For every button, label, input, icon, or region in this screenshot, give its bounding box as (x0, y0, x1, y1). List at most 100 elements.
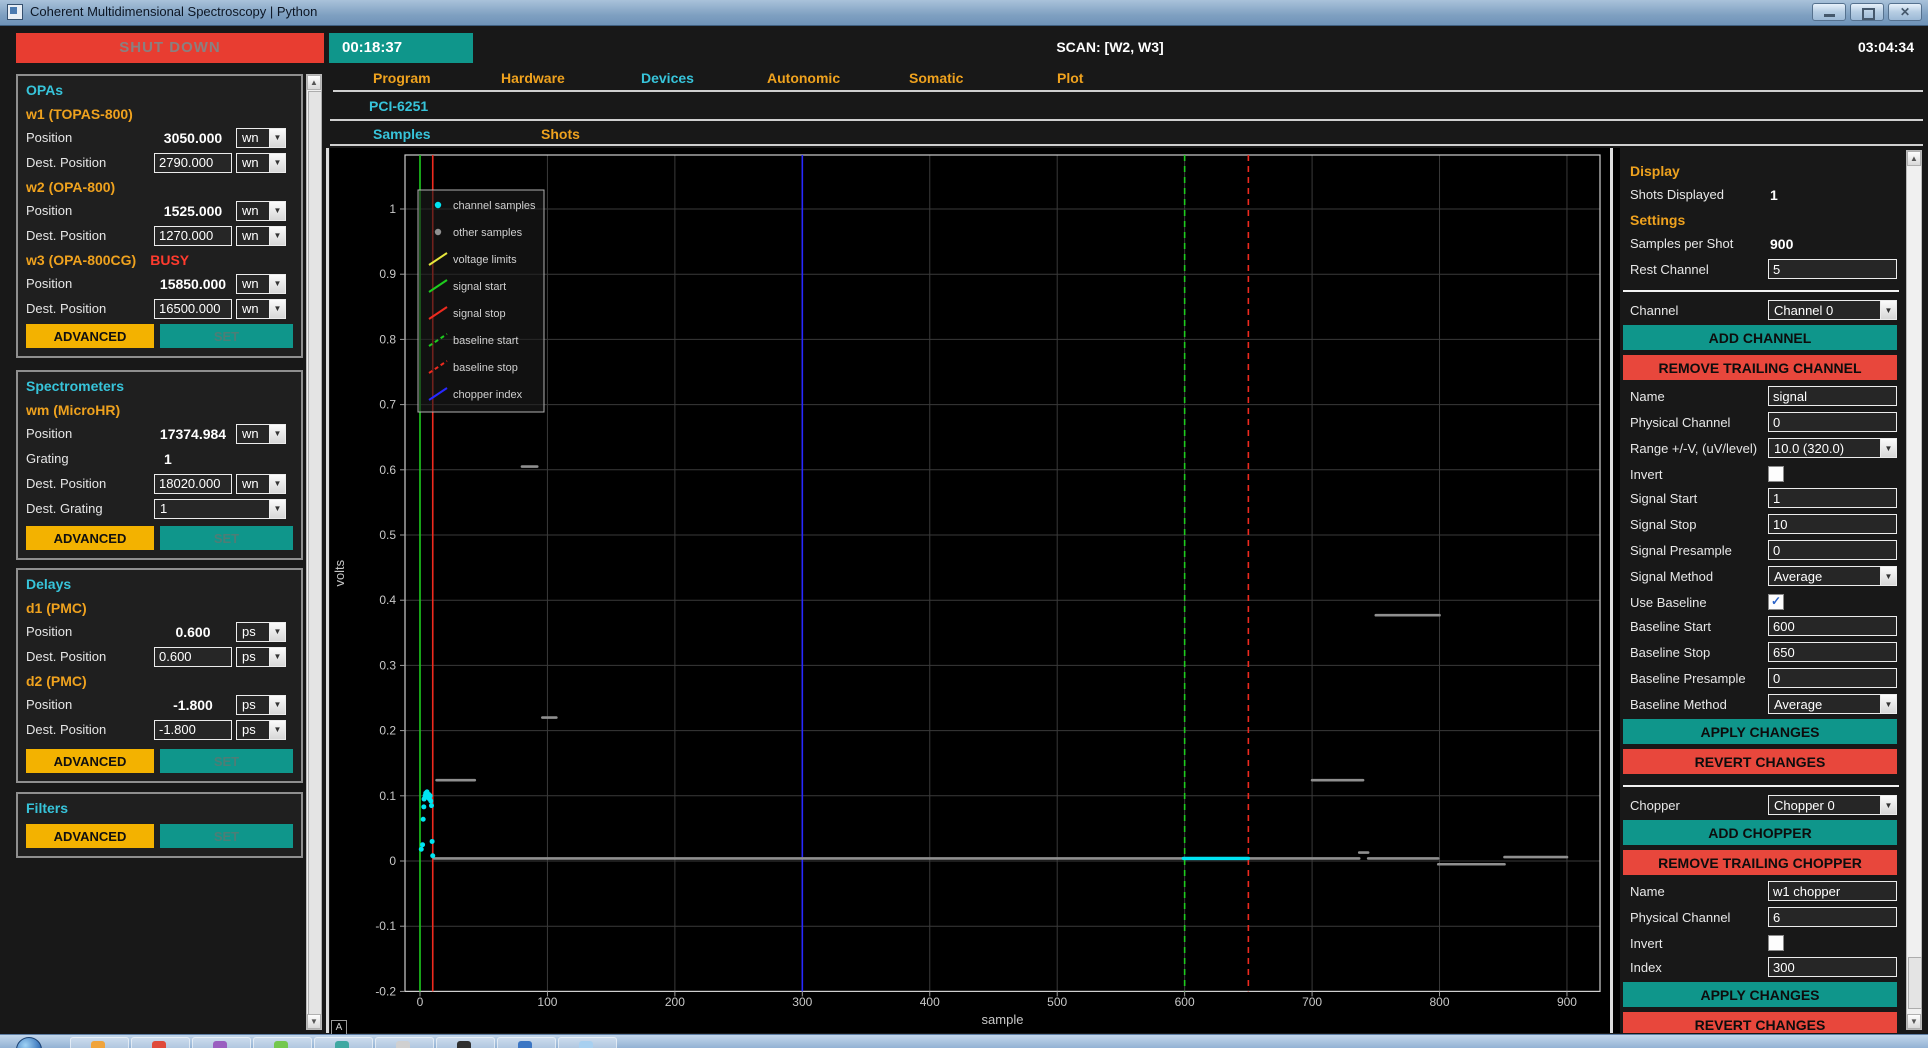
tab-devices[interactable]: Devices (641, 70, 694, 86)
set-button[interactable]: SET (160, 749, 293, 773)
right-scrollbar[interactable]: ▲ ▼ (1906, 150, 1922, 1030)
tab-hardware[interactable]: Hardware (501, 70, 565, 86)
group-title: Spectrometers (26, 378, 293, 398)
shutdown-button[interactable]: SHUT DOWN (16, 33, 324, 63)
revert-changes-row: REVERT CHANGES (1623, 1012, 1906, 1033)
advanced-button[interactable]: ADVANCED (26, 324, 154, 348)
field-label: Range +/-V, (uV/level) (1630, 441, 1757, 456)
rest-channel-input[interactable] (1768, 259, 1897, 279)
dest-grating-select[interactable]: 1▼ (154, 499, 286, 519)
remove-trailing-channel-button[interactable]: REMOVE TRAILING CHANNEL (1623, 355, 1897, 380)
field-label: Position (26, 130, 154, 145)
channel-samples-point (429, 803, 434, 808)
remove-trailing-chopper-button[interactable]: REMOVE TRAILING CHOPPER (1623, 850, 1897, 875)
revert-changes-button[interactable]: REVERT CHANGES (1623, 1012, 1897, 1033)
tab-somatic[interactable]: Somatic (909, 70, 963, 86)
tab-plot[interactable]: Plot (1057, 70, 1083, 86)
position-unit-select[interactable]: wn▼ (236, 128, 286, 148)
advanced-button[interactable]: ADVANCED (26, 749, 154, 773)
chopper-select[interactable]: Chopper 0▼ (1768, 795, 1897, 815)
dest-position-unit-select[interactable]: wn▼ (236, 299, 286, 319)
position-unit-select[interactable]: ps▼ (236, 695, 286, 715)
index-input[interactable] (1768, 957, 1897, 977)
name-input[interactable] (1768, 386, 1897, 406)
invert-checkbox[interactable] (1768, 466, 1784, 482)
dest-position-unit-select[interactable]: ps▼ (236, 720, 286, 740)
advanced-button[interactable]: ADVANCED (26, 824, 154, 848)
dest-position-input[interactable] (154, 153, 232, 173)
dest-position-input[interactable] (154, 720, 232, 740)
close-button[interactable]: ✕ (1888, 3, 1922, 21)
sub-tab-samples[interactable]: Samples (373, 126, 431, 142)
apply-changes-button[interactable]: APPLY CHANGES (1623, 719, 1897, 744)
advanced-button[interactable]: ADVANCED (26, 526, 154, 550)
signal-stop-input[interactable] (1768, 514, 1897, 534)
position-unit-select[interactable]: ps▼ (236, 622, 286, 642)
device-heading-w2-opa-800: w2 (OPA-800) (26, 175, 293, 198)
signal-method-select[interactable]: Average▼ (1768, 566, 1897, 586)
field-label: Signal Stop (1630, 517, 1697, 532)
dest-position-unit-select[interactable]: wn▼ (236, 226, 286, 246)
position-unit-select[interactable]: wn▼ (236, 424, 286, 444)
taskbar-app-icon[interactable] (558, 1037, 617, 1048)
dest-position-row: Dest. Positionwn▼ (26, 150, 293, 175)
legend-label: other samples (453, 227, 523, 239)
taskbar-app-icon[interactable] (70, 1037, 129, 1048)
taskbar-app-icon[interactable] (192, 1037, 251, 1048)
signal-presample-input[interactable] (1768, 540, 1897, 560)
tab-program[interactable]: Program (373, 70, 431, 86)
device-tab-pci-6251[interactable]: PCI-6251 (369, 98, 428, 114)
tab-autonomic[interactable]: Autonomic (767, 70, 840, 86)
start-button[interactable] (16, 1037, 42, 1048)
set-button[interactable]: SET (160, 824, 293, 848)
taskbar-app-icon[interactable] (436, 1037, 495, 1048)
signal-start-input[interactable] (1768, 488, 1897, 508)
dest-position-unit-select[interactable]: wn▼ (236, 153, 286, 173)
taskbar-app-icon[interactable] (375, 1037, 434, 1048)
range-v-uv-level-select[interactable]: 10.0 (320.0)▼ (1768, 438, 1897, 458)
add-channel-button[interactable]: ADD CHANNEL (1623, 325, 1897, 350)
taskbar-app-icon[interactable] (497, 1037, 556, 1048)
taskbar-app-icon[interactable] (314, 1037, 373, 1048)
revert-changes-button[interactable]: REVERT CHANGES (1623, 749, 1897, 774)
position-value: 1525.000 (154, 203, 232, 219)
field-label: Signal Start (1630, 491, 1697, 506)
use-baseline-checkbox[interactable]: ✓ (1768, 594, 1784, 610)
invert-checkbox[interactable] (1768, 935, 1784, 951)
dest-position-input[interactable] (154, 226, 232, 246)
sub-tab-shots[interactable]: Shots (541, 126, 580, 142)
splitter[interactable] (326, 148, 329, 1033)
add-chopper-button[interactable]: ADD CHOPPER (1623, 820, 1897, 845)
name-input[interactable] (1768, 881, 1897, 901)
baseline-stop-input[interactable] (1768, 642, 1897, 662)
taskbar-app-icon[interactable] (131, 1037, 190, 1048)
legend-label: signal stop (453, 308, 506, 320)
dest-position-unit-select[interactable]: ps▼ (236, 647, 286, 667)
physical-channel-input[interactable] (1768, 907, 1897, 927)
minimize-button[interactable] (1812, 3, 1846, 21)
restore-button[interactable] (1850, 3, 1884, 21)
baseline-start-input[interactable] (1768, 616, 1897, 636)
taskbar-app-icon[interactable] (253, 1037, 312, 1048)
chevron-down-icon: ▼ (269, 129, 285, 147)
dest-position-input[interactable] (154, 474, 232, 494)
position-unit-select[interactable]: wn▼ (236, 274, 286, 294)
physical-channel-input[interactable] (1768, 412, 1897, 432)
baseline-presample-input[interactable] (1768, 668, 1897, 688)
dest-position-input[interactable] (154, 647, 232, 667)
baseline-method-select[interactable]: Average▼ (1768, 694, 1897, 714)
add-channel-row: ADD CHANNEL (1623, 325, 1906, 349)
left-scrollbar[interactable]: ▲ ▼ (306, 74, 322, 1030)
apply-changes-button[interactable]: APPLY CHANGES (1623, 982, 1897, 1007)
field-label: Use Baseline (1630, 595, 1707, 610)
splitter[interactable] (1610, 148, 1613, 1033)
dest-position-row: Dest. Positionwn▼ (26, 471, 293, 496)
dest-position-input[interactable] (154, 299, 232, 319)
plot-widget[interactable]: 010020030040050060070080090010.90.80.70.… (330, 148, 1620, 1033)
set-button[interactable]: SET (160, 526, 293, 550)
channel-select[interactable]: Channel 0▼ (1768, 300, 1897, 320)
dest-position-unit-select[interactable]: wn▼ (236, 474, 286, 494)
set-button[interactable]: SET (160, 324, 293, 348)
samples-plot[interactable]: 010020030040050060070080090010.90.80.70.… (330, 148, 1620, 1033)
position-unit-select[interactable]: wn▼ (236, 201, 286, 221)
